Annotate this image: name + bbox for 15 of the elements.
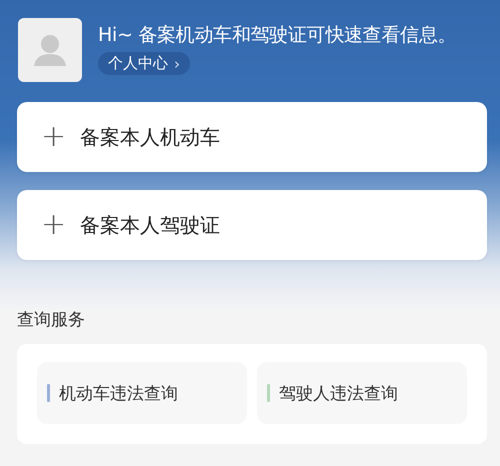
card-label: 备案本人驾驶证 [80, 212, 220, 238]
plus-icon: + [41, 210, 66, 240]
register-card[interactable]: + 备案本人机动车 [17, 102, 487, 172]
service-tile[interactable]: 机动车违法查询 [37, 362, 247, 424]
card-label: 备案本人机动车 [80, 124, 220, 150]
plus-icon: + [41, 122, 66, 152]
register-card[interactable]: + 备案本人驾驶证 [17, 190, 487, 260]
service-label: 驾驶人违法查询 [279, 382, 398, 404]
greeting-text: Hi~ 备案机动车和驾驶证可快速查看信息。 [98, 23, 456, 48]
section-title: 查询服务 [16, 309, 86, 332]
service-tile[interactable]: 驾驶人违法查询 [257, 362, 467, 424]
person-icon [33, 34, 67, 66]
service-label: 机动车违法查询 [59, 382, 178, 404]
avatar[interactable] [18, 18, 82, 82]
profile-link[interactable]: 个人中心 › [98, 52, 190, 75]
